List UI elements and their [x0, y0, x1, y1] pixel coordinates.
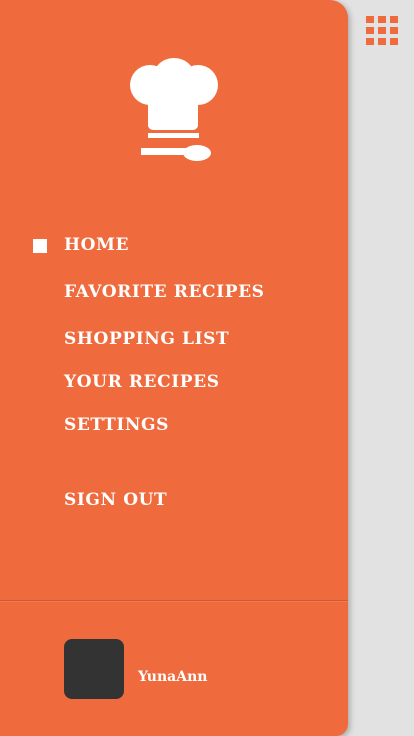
- nav-item-favorite-recipes[interactable]: FAVORITE RECIPES: [64, 282, 265, 302]
- nav-item-home[interactable]: HOME: [64, 235, 129, 255]
- divider: [0, 600, 348, 602]
- username: YunaAnn: [138, 669, 208, 685]
- nav-item-your-recipes[interactable]: YOUR RECIPES: [64, 372, 220, 392]
- nav-item-settings[interactable]: SETTINGS: [64, 415, 169, 435]
- grid-menu-icon[interactable]: [366, 16, 398, 46]
- navigation-drawer: HOME FAVORITE RECIPES SHOPPING LIST YOUR…: [0, 0, 348, 736]
- nav-item-shopping-list[interactable]: SHOPPING LIST: [64, 329, 229, 349]
- chef-hat-spoon-icon: [128, 56, 224, 164]
- active-indicator: [33, 239, 47, 253]
- avatar[interactable]: [64, 639, 124, 699]
- nav-item-sign-out[interactable]: SIGN OUT: [64, 490, 167, 510]
- app-screen: HOME FAVORITE RECIPES SHOPPING LIST YOUR…: [0, 0, 414, 736]
